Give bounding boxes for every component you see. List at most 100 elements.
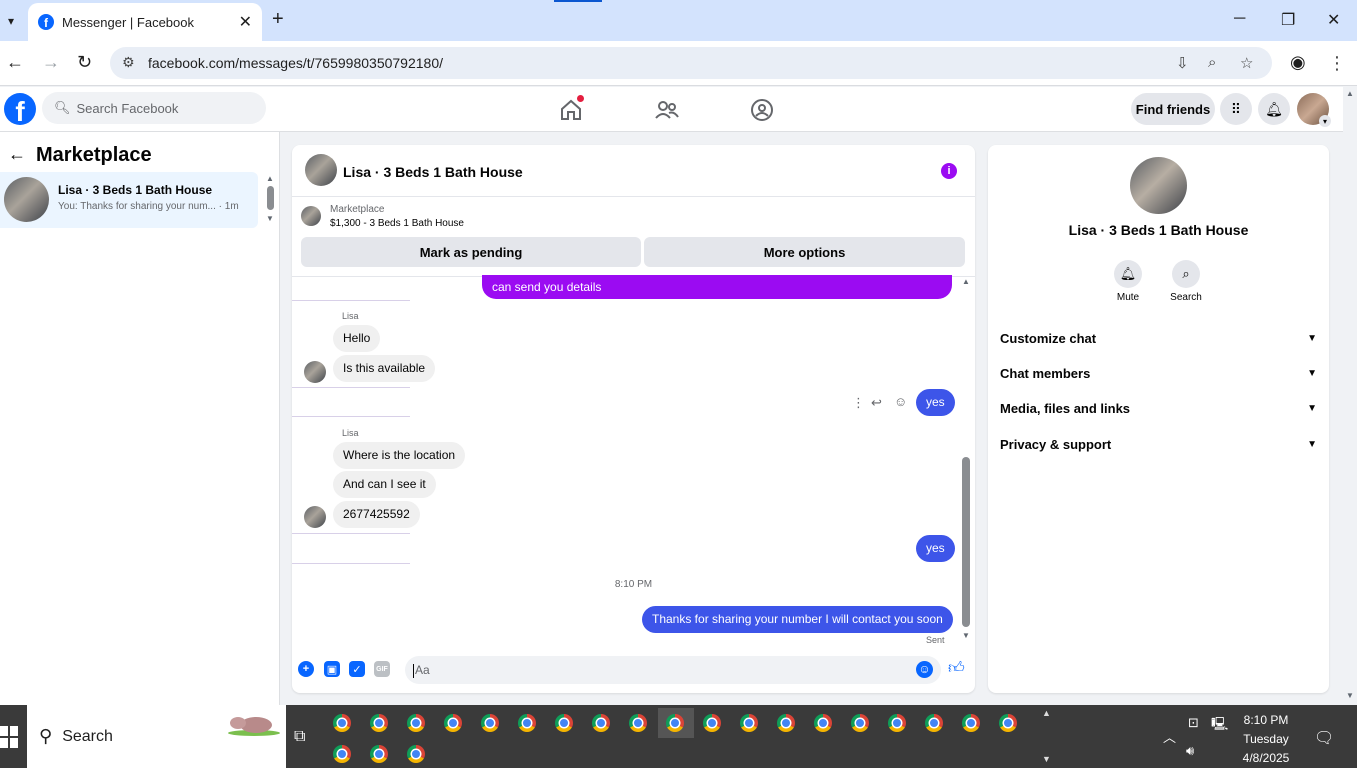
thread-scrollbar[interactable]: ▲ ▼: [961, 277, 971, 647]
message-bubble-incoming[interactable]: 2677425592: [333, 501, 420, 528]
chrome-taskbar-icon[interactable]: [518, 714, 536, 732]
react-icon[interactable]: ☺: [894, 394, 907, 409]
chrome-taskbar-icon[interactable]: [407, 745, 425, 763]
scroll-up-icon[interactable]: ▲: [266, 174, 274, 183]
show-hidden-icons-chevron-icon[interactable]: ︿: [1163, 727, 1176, 768]
message-bubble-outgoing[interactable]: yes: [916, 535, 955, 562]
bookmark-star-icon[interactable]: ☆: [1240, 54, 1253, 72]
chat-title[interactable]: Lisa · 3 Beds 1 Bath House: [343, 164, 523, 180]
message-bubble-outgoing[interactable]: yes: [916, 389, 955, 416]
install-app-icon[interactable]: ⇩: [1176, 54, 1189, 72]
facebook-logo-icon[interactable]: f: [4, 93, 36, 125]
message-bubble-outgoing[interactable]: Thanks for sharing your number I will co…: [642, 606, 953, 633]
chrome-taskbar-icon[interactable]: [481, 714, 499, 732]
close-tab-icon[interactable]: ✕: [239, 12, 252, 32]
reload-icon[interactable]: ↻: [77, 52, 92, 73]
chrome-taskbar-icon[interactable]: [407, 714, 425, 732]
emoji-icon[interactable]: ☺: [916, 661, 933, 678]
section-customize-chat[interactable]: Customize chat ▼: [1000, 326, 1317, 350]
contact-name[interactable]: Lisa · 3 Beds 1 Bath House: [988, 222, 1329, 238]
search-conversation-button[interactable]: ⌕ Search: [1161, 260, 1211, 303]
browser-tab[interactable]: f Messenger | Facebook ✕: [28, 3, 262, 41]
back-icon[interactable]: ←: [6, 52, 24, 73]
message-input[interactable]: Aa: [405, 656, 941, 684]
chat-avatar[interactable]: [305, 154, 337, 186]
message-bubble-incoming[interactable]: And can I see it: [333, 471, 436, 498]
find-friends-button[interactable]: Find friends: [1131, 93, 1215, 125]
message-bubble-incoming[interactable]: Where is the location: [333, 442, 466, 469]
sticker-icon[interactable]: ✓: [349, 661, 365, 677]
message-bubble-incoming[interactable]: Hello: [333, 325, 381, 352]
photo-icon[interactable]: ▣: [324, 661, 340, 677]
scroll-down-icon[interactable]: ▼: [1042, 754, 1051, 764]
scrollbar-thumb[interactable]: [962, 457, 970, 627]
notification-center-icon[interactable]: 🗨︎: [1314, 728, 1334, 748]
maximize-icon[interactable]: ❐: [1281, 10, 1295, 30]
chrome-taskbar-icon[interactable]: [851, 714, 869, 732]
chrome-taskbar-icon[interactable]: [555, 714, 573, 732]
scrollbar-thumb[interactable]: [267, 186, 274, 210]
scroll-up-icon[interactable]: ▲: [962, 277, 970, 286]
scroll-down-icon[interactable]: ▼: [1346, 691, 1354, 700]
minimize-icon[interactable]: ─: [1234, 10, 1245, 28]
sender-avatar[interactable]: [304, 361, 326, 383]
system-clock[interactable]: 8:10 PM Tuesday 4/8/2025: [1236, 711, 1296, 768]
chrome-taskbar-icon[interactable]: [888, 714, 906, 732]
facebook-search-input[interactable]: 🔍︎ Search Facebook: [42, 92, 266, 124]
listing-thumbnail[interactable]: [301, 206, 321, 226]
new-tab-icon[interactable]: +: [272, 8, 284, 31]
chrome-taskbar-icon[interactable]: [925, 714, 943, 732]
chrome-taskbar-icon[interactable]: [592, 714, 610, 732]
network-icon[interactable]: 🖳︎: [1211, 715, 1228, 768]
chrome-taskbar-icon[interactable]: [444, 714, 462, 732]
chrome-taskbar-icon[interactable]: [370, 745, 388, 763]
more-options-button[interactable]: More options: [644, 237, 965, 267]
chrome-taskbar-icon[interactable]: [629, 714, 647, 732]
mark-as-pending-button[interactable]: Mark as pending: [301, 237, 641, 267]
section-chat-members[interactable]: Chat members ▼: [1000, 361, 1317, 385]
message-bubble-incoming[interactable]: Is this available: [333, 355, 436, 382]
home-icon[interactable]: [558, 95, 584, 123]
groups-icon[interactable]: [749, 97, 775, 123]
message-bubble-outgoing[interactable]: can send you details: [482, 275, 952, 299]
gif-icon[interactable]: GIF: [374, 661, 390, 677]
chrome-taskbar-icon[interactable]: [703, 714, 721, 732]
chrome-taskbar-icon[interactable]: [999, 714, 1017, 732]
account-avatar[interactable]: ▾: [1297, 93, 1331, 127]
page-scrollbar[interactable]: ▲ ▼: [1343, 87, 1357, 705]
chrome-taskbar-icon[interactable]: [333, 714, 351, 732]
address-bar[interactable]: ⚙ facebook.com/messages/t/76599803507921…: [110, 47, 1272, 79]
chrome-taskbar-icon[interactable]: [666, 714, 684, 732]
more-actions-icon[interactable]: ⋮: [852, 395, 865, 411]
forward-icon[interactable]: →: [42, 52, 60, 73]
contact-avatar[interactable]: [1130, 157, 1187, 214]
chrome-taskbar-icon[interactable]: [777, 714, 795, 732]
back-arrow-icon[interactable]: ←: [8, 144, 26, 165]
sender-avatar[interactable]: [304, 506, 326, 528]
thumbs-up-icon[interactable]: 👍︎: [948, 659, 965, 678]
section-media-files-links[interactable]: Media, files and links ▼: [1000, 396, 1317, 420]
tab-search-icon[interactable]: ▾: [0, 0, 22, 41]
taskbar-scroll[interactable]: ▲ ▼: [1040, 708, 1054, 766]
close-window-icon[interactable]: ✕: [1327, 10, 1340, 30]
chrome-taskbar-icon[interactable]: [333, 745, 351, 763]
conversation-item[interactable]: Lisa · 3 Beds 1 Bath House You: Thanks f…: [0, 172, 258, 228]
scroll-down-icon[interactable]: ▼: [266, 214, 274, 223]
mute-button[interactable]: 🔔︎ Mute: [1103, 260, 1153, 303]
chrome-taskbar-icon[interactable]: [740, 714, 758, 732]
windows-start-icon[interactable]: [0, 726, 18, 748]
chrome-taskbar-icon[interactable]: [962, 714, 980, 732]
section-privacy-support[interactable]: Privacy & support ▼: [1000, 432, 1317, 456]
zoom-icon[interactable]: ⌕: [1208, 54, 1216, 71]
add-plus-icon[interactable]: +: [298, 661, 314, 677]
browser-menu-icon[interactable]: ⋮: [1328, 53, 1346, 74]
chrome-taskbar-icon[interactable]: [370, 714, 388, 732]
notifications-bell-icon[interactable]: 🔔︎: [1258, 93, 1290, 125]
friends-icon[interactable]: [654, 97, 680, 123]
scroll-down-icon[interactable]: ▼: [962, 631, 970, 640]
sidebar-scrollbar[interactable]: ▲ ▼: [266, 174, 274, 254]
menu-grid-icon[interactable]: ⠿: [1220, 93, 1252, 125]
reply-icon[interactable]: ↩: [871, 395, 882, 411]
volume-icon[interactable]: 🔊︎: [1186, 743, 1194, 768]
listing-title[interactable]: $1,300 - 3 Beds 1 Bath House: [330, 218, 464, 229]
